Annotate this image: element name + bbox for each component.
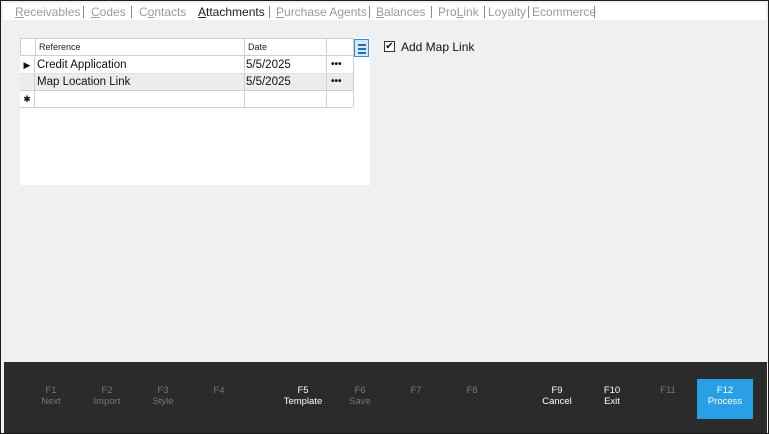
new-row-indicator: ✱ [20,91,35,107]
tab-receivables[interactable]: Receivables [15,5,80,19]
tab-contacts[interactable]: Contacts [139,5,186,19]
f8-button[interactable]: F8 [447,385,497,396]
ellipsis-button[interactable]: ••• [329,57,353,73]
tab-separator [369,6,370,18]
tab-ecommerce[interactable]: Ecommerce [532,5,596,19]
tab-loyalty[interactable]: Loyalty [488,5,526,19]
f10-exit-button[interactable]: F10 Exit [587,385,637,407]
row-selector-header [20,38,36,56]
date-cell[interactable]: 5/5/2025 [244,57,326,73]
add-map-link-label[interactable]: Add Map Link [401,40,474,54]
tab-separator [431,6,432,18]
tab-codes[interactable]: Codes [91,5,126,19]
column-header-reference[interactable]: Reference [35,38,245,56]
table-row[interactable]: Map Location Link 5/5/2025 ••• [20,74,353,90]
column-divider [326,56,327,107]
column-header-date[interactable]: Date [244,38,327,56]
reference-cell[interactable]: Map Location Link [35,74,244,90]
f4-button[interactable]: F4 [194,385,244,396]
tab-purchase-agents[interactable]: Purchase Agents [276,5,367,19]
tab-separator [528,6,529,18]
table-row[interactable]: ▶ Credit Application 5/5/2025 ••• [20,57,353,74]
f12-process-button[interactable]: F12 Process [697,379,753,419]
f7-button[interactable]: F7 [391,385,441,396]
main-window: Receivables Codes Contacts Attachments P… [0,0,769,434]
current-row-indicator: ▶ [20,57,35,73]
column-chooser-icon[interactable] [354,39,369,57]
f9-cancel-button[interactable]: F9 Cancel [532,385,582,407]
f11-button[interactable]: F11 [643,385,693,396]
tab-separator [83,6,84,18]
column-divider [353,56,354,107]
date-cell[interactable]: 5/5/2025 [244,74,326,90]
add-map-link-checkbox[interactable]: ✔ [384,41,395,52]
tab-separator [594,6,595,18]
tab-balances[interactable]: Balances [376,5,425,19]
reference-cell[interactable]: Credit Application [35,57,244,73]
tab-attachments[interactable]: Attachments [198,5,265,19]
row-selector [20,74,35,90]
f2-import-button[interactable]: F2 Import [82,385,132,407]
f6-save-button[interactable]: F6 Save [335,385,385,407]
column-header-action [326,38,354,56]
new-row[interactable]: ✱ [20,90,353,108]
tab-bar: Receivables Codes Contacts Attachments P… [3,3,766,20]
f5-template-button[interactable]: F5 Template [278,385,328,407]
function-key-bar: F1 Next F2 Import F3 Style F4 F5 Template F6… [4,362,767,433]
f1-next-button[interactable]: F1 Next [26,385,76,407]
column-divider [244,56,245,107]
tab-separator [131,6,132,18]
attachments-grid[interactable]: Reference Date ▶ Credit Application 5/5/… [20,38,370,185]
ellipsis-button[interactable]: ••• [329,74,353,90]
f3-style-button[interactable]: F3 Style [138,385,188,407]
tab-prolink[interactable]: ProLink [438,5,479,19]
tab-separator [484,6,485,18]
tab-separator [269,6,270,18]
